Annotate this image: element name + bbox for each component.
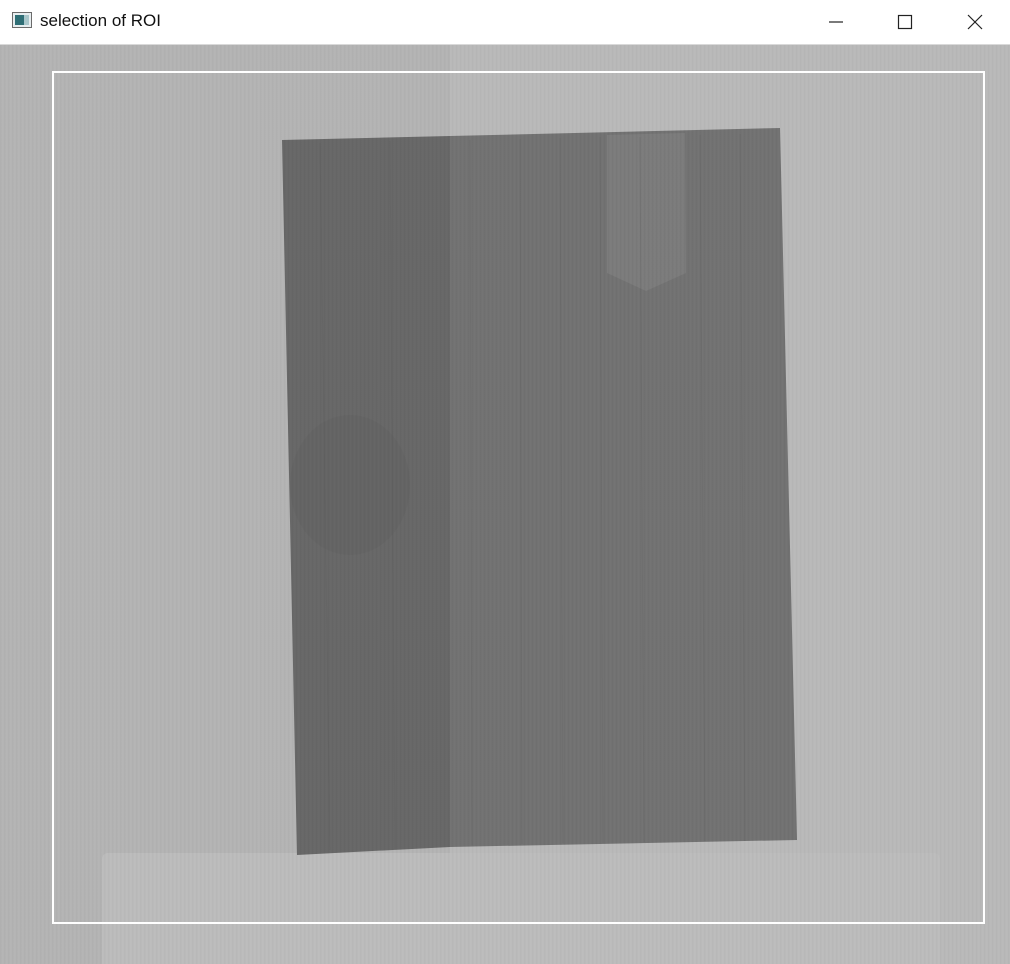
window-title: selection of ROI (40, 11, 161, 30)
minimize-icon (829, 21, 843, 23)
roi-selection-rectangle[interactable] (52, 71, 985, 924)
title-bar: selection of ROI (0, 0, 1010, 45)
close-button[interactable] (952, 0, 998, 44)
minimize-button[interactable] (813, 0, 859, 44)
close-icon (967, 14, 983, 30)
maximize-button[interactable] (882, 0, 928, 44)
maximize-icon (897, 14, 913, 30)
app-window-icon (12, 12, 32, 28)
image-viewport[interactable] (0, 45, 1010, 964)
